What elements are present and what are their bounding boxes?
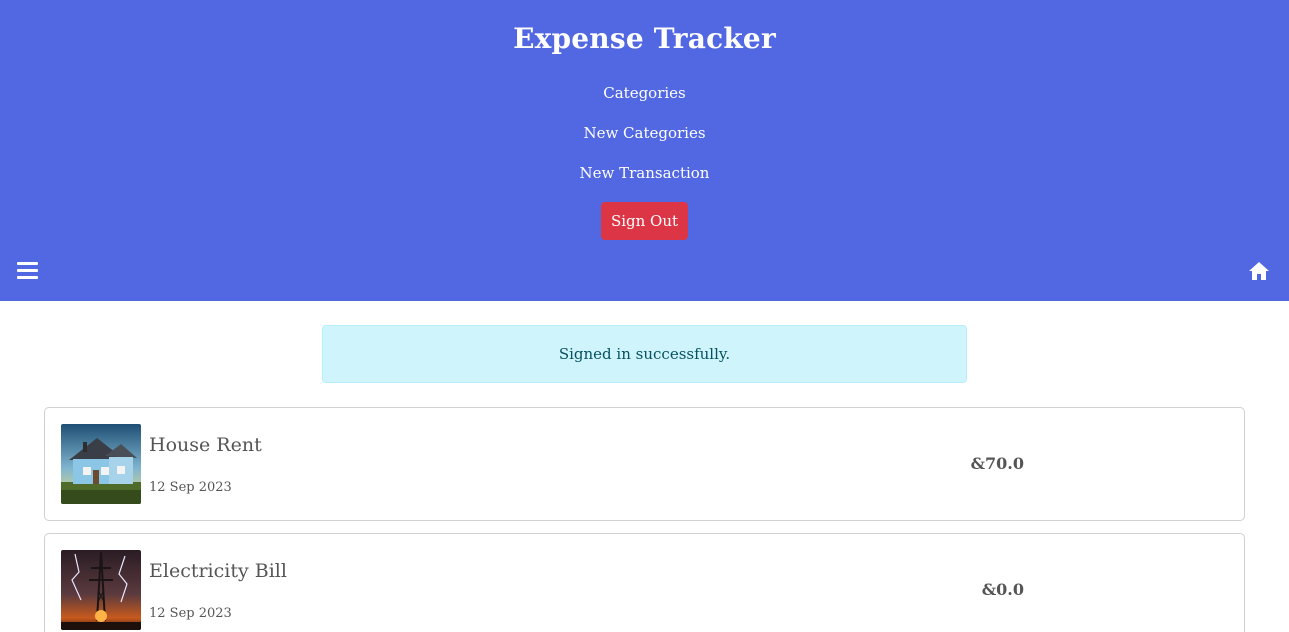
transaction-amount: &0.0 [981, 580, 1024, 599]
transaction-amount: &70.0 [970, 454, 1024, 473]
app-title: Expense Tracker [513, 22, 776, 55]
success-alert: Signed in successfully. [322, 325, 967, 383]
app-header: Expense Tracker Categories New Categorie… [0, 0, 1289, 301]
transaction-name: Electricity Bill [149, 560, 287, 582]
electricity-tower-image [61, 550, 141, 630]
transaction-date: 12 Sep 2023 [149, 606, 232, 621]
house-image [61, 424, 141, 504]
nav-link-new-categories[interactable]: New Categories [0, 124, 1289, 142]
hamburger-menu-icon[interactable] [17, 260, 39, 280]
transaction-card[interactable]: House Rent 12 Sep 2023 &70.0 [44, 407, 1245, 521]
nav-link-new-transaction[interactable]: New Transaction [0, 164, 1289, 182]
sign-out-button[interactable]: Sign Out [601, 202, 688, 240]
nav-link-categories[interactable]: Categories [0, 84, 1289, 102]
transaction-date: 12 Sep 2023 [149, 480, 232, 495]
home-icon[interactable] [1248, 261, 1270, 281]
transaction-card[interactable]: Electricity Bill 12 Sep 2023 &0.0 [44, 533, 1245, 632]
transaction-name: House Rent [149, 434, 262, 456]
